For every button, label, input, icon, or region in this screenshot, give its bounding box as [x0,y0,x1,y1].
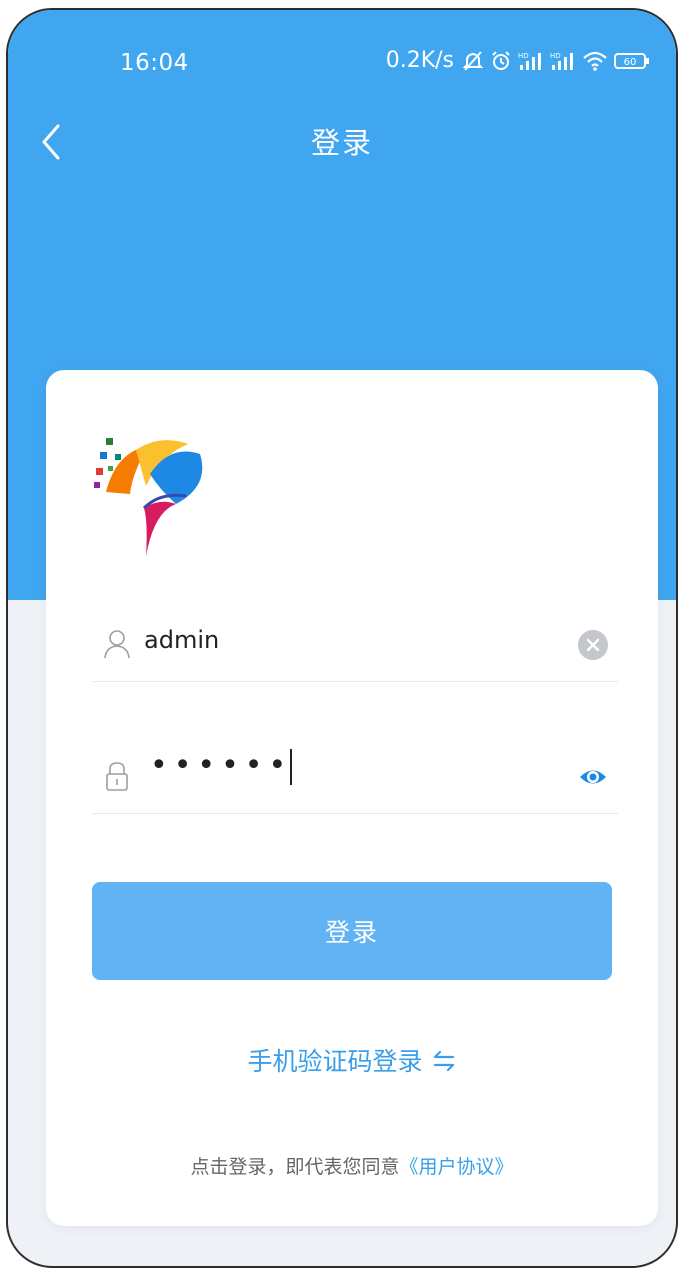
password-value[interactable]: •••••• [150,748,293,785]
agreement-prefix: 点击登录，即代表您同意 [190,1156,400,1178]
mute-icon [462,50,484,72]
swap-icon [431,1049,457,1079]
svg-text:HD: HD [550,52,561,60]
clear-icon [586,638,600,652]
password-field[interactable]: •••••• [92,742,618,814]
username-value[interactable]: admin [144,626,219,654]
lock-icon [102,760,132,792]
network-speed: 0.2K/s [385,48,454,73]
eye-icon [580,770,606,784]
signal-hd-icon: HD [550,50,576,72]
user-agreement-link[interactable]: 《用户协议》 [400,1156,514,1178]
agreement-text: 点击登录，即代表您同意《用户协议》 [46,1152,658,1179]
sms-login-link[interactable]: 手机验证码登录 [46,1042,658,1079]
app-logo [90,430,220,560]
svg-text:HD: HD [518,52,529,60]
signal-hd-icon: HD [518,50,544,72]
battery-level: 60 [624,57,637,68]
user-icon [102,628,132,660]
username-field[interactable]: admin [92,610,618,682]
text-caret [290,748,293,785]
login-card: admin •••••• 登录 手机验证码登录 点击登录，即代表您同意《用户协议… [46,370,658,1226]
status-bar-right: 0.2K/s HD HD 60 [386,48,650,73]
phone-screen: 16:04 0.2K/s HD HD 60 登录 admin •••••• 登录… [6,8,678,1268]
status-time: 16:04 [120,50,189,76]
wifi-icon [582,50,608,72]
sms-login-label: 手机验证码登录 [247,1047,423,1076]
page-title: 登录 [310,126,373,160]
battery-icon: 60 [614,50,650,72]
clear-button[interactable] [578,630,608,660]
toggle-password-visibility[interactable] [578,762,608,792]
password-mask: •••••• [150,748,293,783]
login-button[interactable]: 登录 [92,882,612,980]
alarm-icon [490,50,512,72]
